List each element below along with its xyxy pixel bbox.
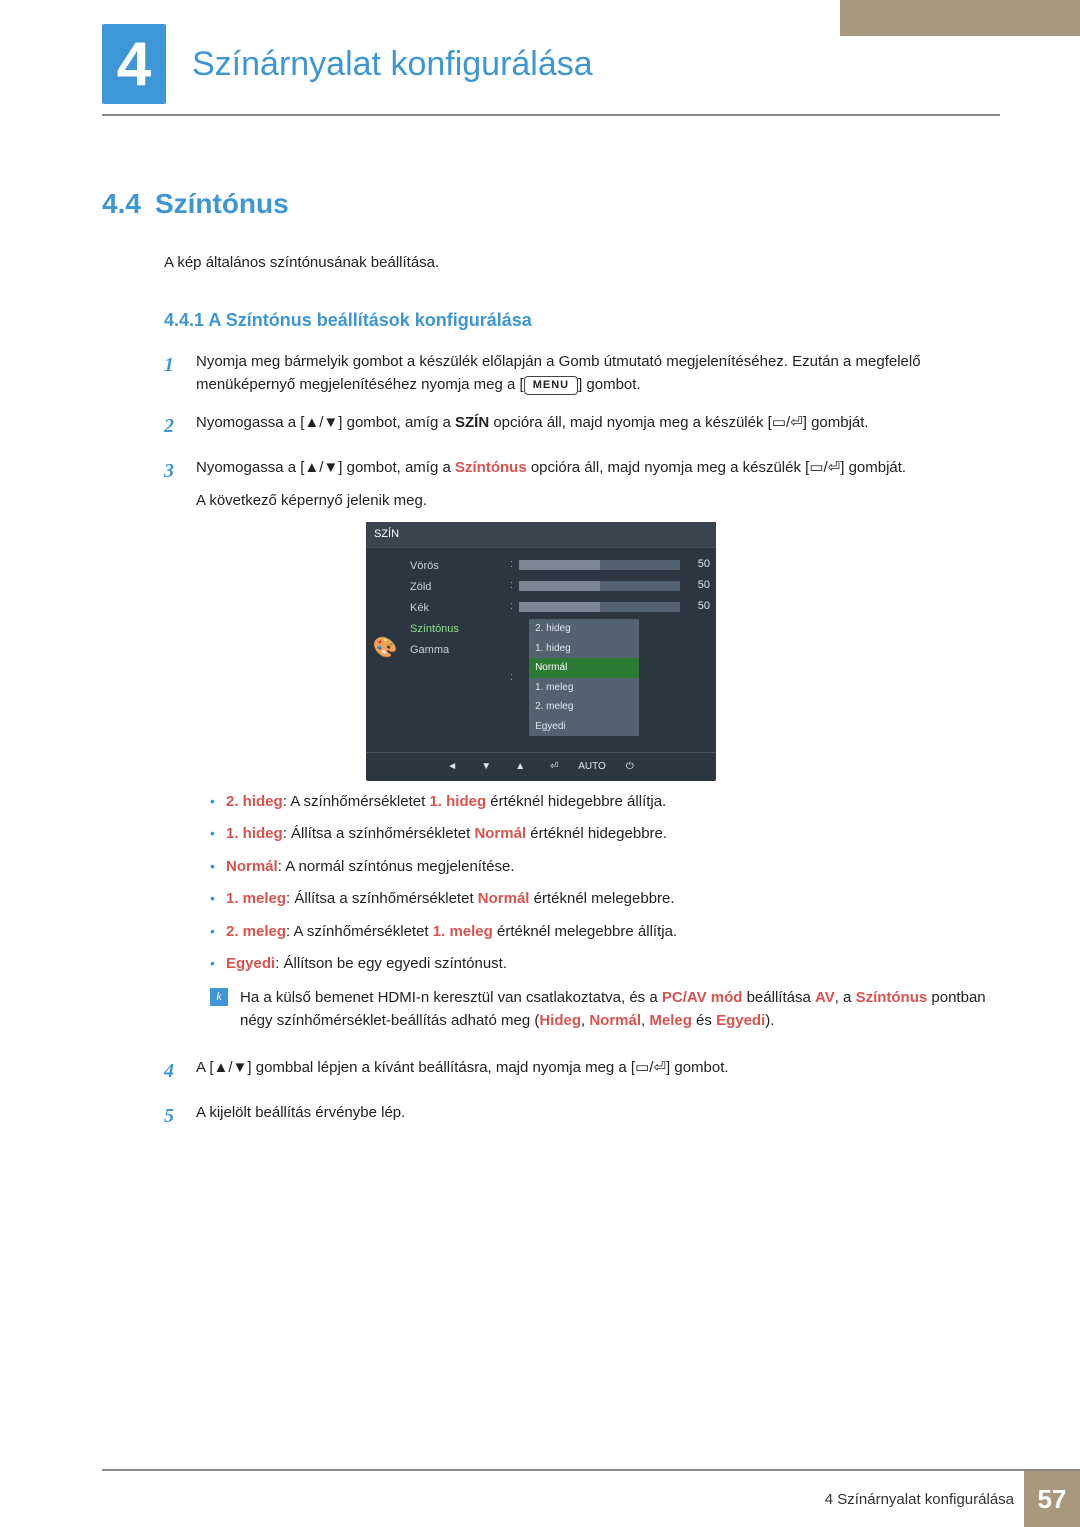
osd-option: 2. hideg	[529, 619, 639, 639]
step-body: Nyomogassa a [▲/▼] gombot, amíg a Színtó…	[196, 456, 990, 1043]
step-5: 5 A kijelölt beállítás érvénybe lép.	[164, 1101, 990, 1132]
footer-chapter-label: 4 Színárnyalat konfigurálása	[825, 1491, 1024, 1508]
header-rule	[102, 114, 1000, 116]
osd-row-label: Gamma	[404, 640, 504, 661]
step-3: 3 Nyomogassa a [▲/▼] gombot, amíg a Szín…	[164, 456, 990, 1043]
osd-row-label: Kék	[404, 598, 504, 619]
step-body: A kijelölt beállítás érvénybe lép.	[196, 1101, 990, 1132]
osd-title: SZÍN	[366, 522, 716, 548]
option-name: SZÍN	[455, 414, 489, 431]
bullet-item: 1. hideg: Állítsa a színhőmérsékletet No…	[210, 823, 990, 846]
step-number: 5	[164, 1101, 182, 1132]
option-name: Színtónus	[455, 459, 527, 476]
osd-value-column: :50 :50 :50 : 2. hideg 1. hideg Normál 1…	[504, 548, 716, 748]
osd-dropdown: 2. hideg 1. hideg Normál 1. meleg 2. mel…	[529, 619, 639, 736]
note-icon: k	[210, 988, 228, 1006]
up-down-icon: ▲/▼	[304, 414, 338, 431]
page-number: 57	[1024, 1471, 1080, 1527]
up-down-icon: ▲/▼	[214, 1059, 248, 1076]
step-followup: A következő képernyő jelenik meg.	[196, 489, 990, 512]
step-body: Nyomogassa a [▲/▼] gombot, amíg a SZÍN o…	[196, 411, 990, 442]
section-number: 4.4	[102, 188, 141, 220]
section-title: Színtónus	[155, 188, 289, 220]
menu-button-chip: MENU	[524, 376, 578, 395]
bullet-item: Egyedi: Állítson be egy egyedi színtónus…	[210, 953, 990, 976]
osd-row-label: Zöld	[404, 577, 504, 598]
chapter-header: 4 Színárnyalat konfigurálása	[102, 24, 593, 104]
osd-option: 2. meleg	[529, 697, 639, 717]
chapter-title: Színárnyalat konfigurálása	[192, 45, 593, 84]
subsection-number: 4.4.1	[164, 310, 204, 330]
enter-icon: ▭/⏎	[635, 1059, 666, 1076]
osd-label-column: Vörös Zöld Kék Színtónus Gamma	[404, 548, 504, 748]
bullet-item: 1. meleg: Állítsa a színhőmérsékletet No…	[210, 888, 990, 911]
step-2: 2 Nyomogassa a [▲/▼] gombot, amíg a SZÍN…	[164, 411, 990, 442]
step-1: 1 Nyomja meg bármelyik gombot a készülék…	[164, 350, 990, 397]
chapter-number-badge: 4	[102, 24, 166, 104]
nav-power-icon: ⏻	[620, 759, 640, 775]
bullet-item: 2. hideg: A színhőmérsékletet 1. hideg é…	[210, 791, 990, 814]
up-down-icon: ▲/▼	[304, 459, 338, 476]
osd-dropdown-row: : 2. hideg 1. hideg Normál 1. meleg 2. m…	[510, 619, 710, 736]
osd-slider-row: :50	[510, 556, 710, 573]
osd-option: Egyedi	[529, 717, 639, 737]
step-4: 4 A [▲/▼] gombbal lépjen a kívánt beállí…	[164, 1056, 990, 1087]
nav-enter-icon: ⏎	[544, 759, 564, 775]
step-number: 4	[164, 1056, 182, 1087]
option-descriptions: 2. hideg: A színhőmérsékletet 1. hideg é…	[210, 791, 990, 976]
section-heading: 4.4 Színtónus	[102, 188, 289, 220]
osd-option-selected: Normál	[529, 658, 639, 678]
steps-list: 1 Nyomja meg bármelyik gombot a készülék…	[164, 350, 990, 1146]
page-footer: 4 Színárnyalat konfigurálása 57	[825, 1471, 1080, 1527]
palette-icon: 🎨	[366, 548, 404, 748]
osd-screenshot: SZÍN 🎨 Vörös Zöld Kék Színtónus Gamma :5…	[366, 522, 716, 781]
section-intro: A kép általános színtónusának beállítása…	[164, 254, 439, 271]
enter-icon: ▭/⏎	[772, 414, 803, 431]
subsection-heading: 4.4.1 A Színtónus beállítások konfigurál…	[164, 310, 532, 331]
subsection-title: A Színtónus beállítások konfigurálása	[208, 310, 531, 330]
step-number: 3	[164, 456, 182, 1043]
step-number: 2	[164, 411, 182, 442]
enter-icon: ▭/⏎	[809, 459, 840, 476]
osd-option: 1. meleg	[529, 678, 639, 698]
step-number: 1	[164, 350, 182, 397]
header-accent-bar	[840, 0, 1080, 36]
nav-left-icon: ◄	[442, 759, 462, 775]
step-body: Nyomja meg bármelyik gombot a készülék e…	[196, 350, 990, 397]
osd-row-label-active: Színtónus	[404, 619, 504, 640]
osd-row-label: Vörös	[404, 556, 504, 577]
osd-nav-bar: ◄ ▼ ▲ ⏎ AUTO ⏻	[366, 752, 716, 777]
nav-auto-label: AUTO	[578, 759, 606, 775]
bullet-item: 2. meleg: A színhőmérsékletet 1. meleg é…	[210, 921, 990, 944]
osd-option: 1. hideg	[529, 639, 639, 659]
osd-slider-row: :50	[510, 577, 710, 594]
note-text: Ha a külső bemenet HDMI-n keresztül van …	[240, 986, 990, 1033]
nav-up-icon: ▲	[510, 759, 530, 775]
step-body: A [▲/▼] gombbal lépjen a kívánt beállítá…	[196, 1056, 990, 1087]
osd-slider-row: :50	[510, 598, 710, 615]
bullet-item: Normál: A normál színtónus megjelenítése…	[210, 856, 990, 879]
nav-down-icon: ▼	[476, 759, 496, 775]
note-block: k Ha a külső bemenet HDMI-n keresztül va…	[210, 986, 990, 1033]
